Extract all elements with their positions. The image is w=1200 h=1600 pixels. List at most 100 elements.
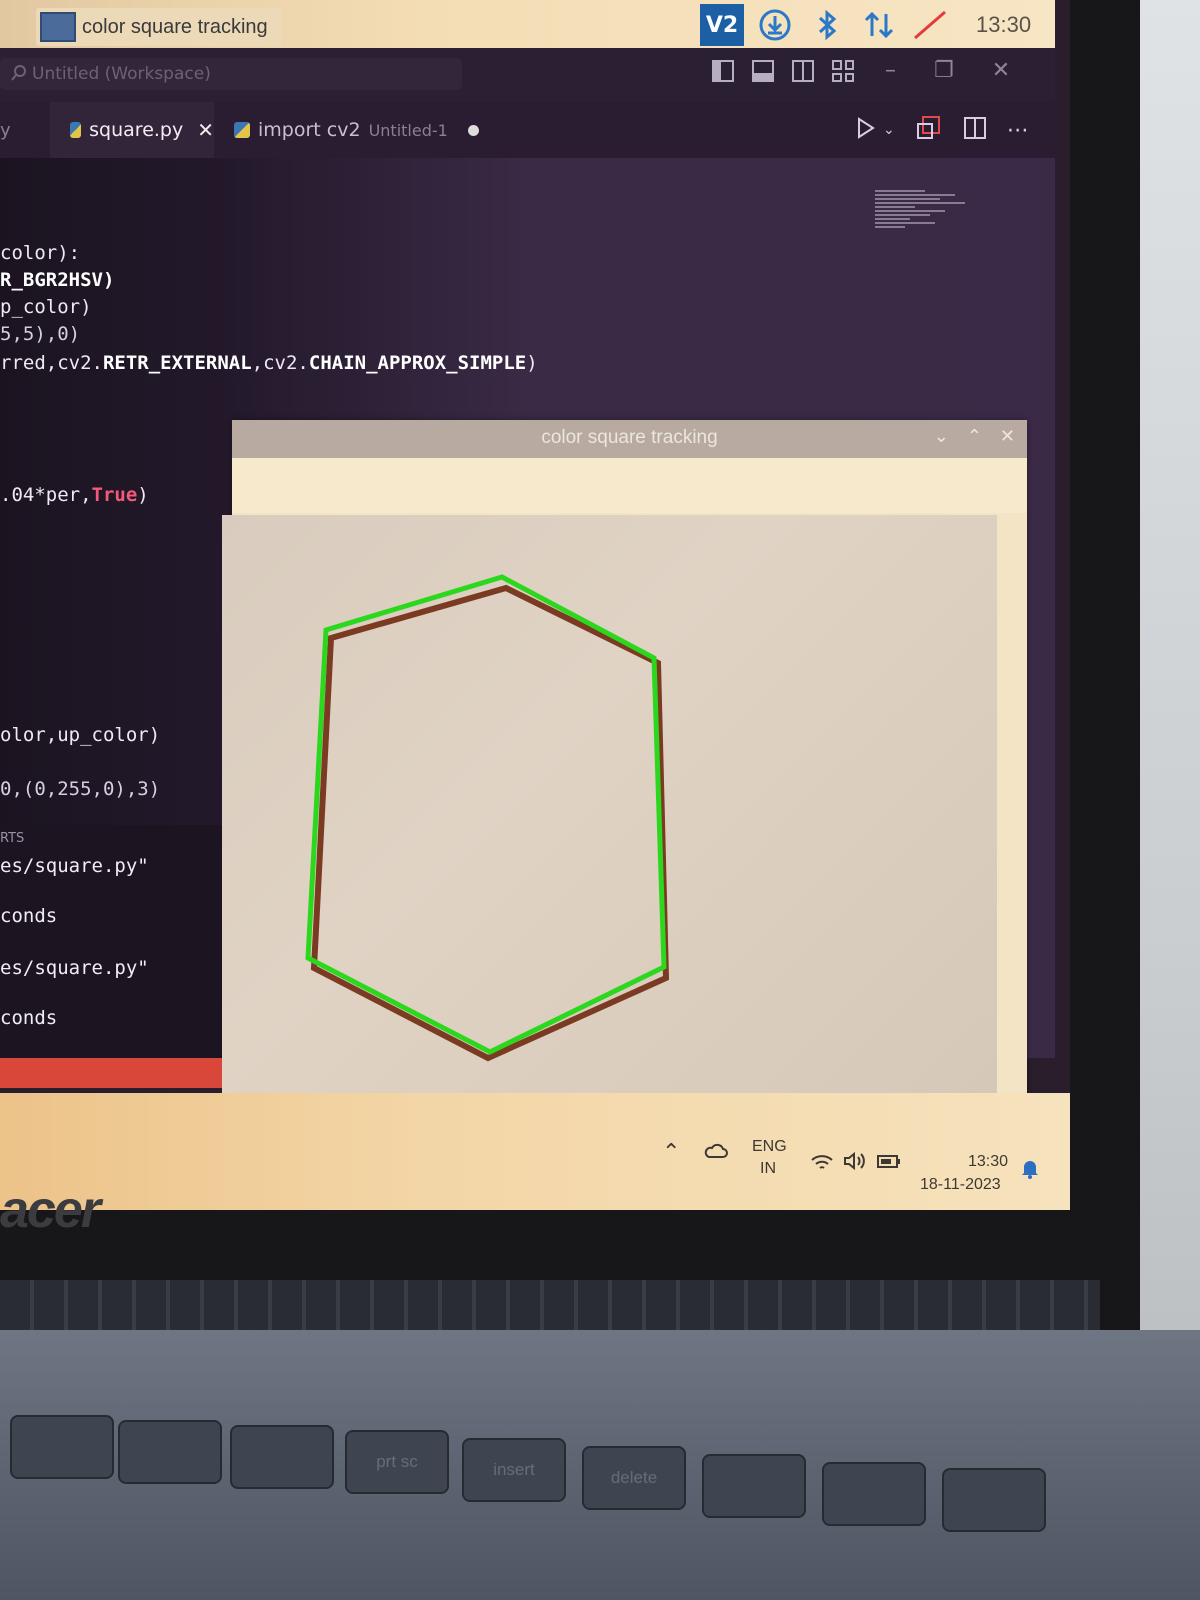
code-token: True [91, 484, 138, 506]
key-insert[interactable]: insert [462, 1438, 566, 1502]
minimap[interactable] [875, 188, 975, 258]
taskbar-time[interactable]: 13:30 [968, 1153, 1008, 1171]
tab-close-icon[interactable]: ✕ [197, 118, 214, 142]
opencv-title-bar[interactable]: color square tracking ⌄ ⌃ ✕ [232, 420, 1027, 458]
layout-controls [712, 60, 854, 82]
code-line[interactable]: 0,(0,255,0),3) [0, 778, 160, 800]
chevron-down-icon[interactable]: ⌄ [883, 122, 895, 138]
split-editor-icon[interactable] [963, 116, 987, 144]
restore-icon[interactable]: ❐ [934, 58, 954, 83]
system-tray: V2 13:30 [700, 4, 1031, 46]
bluetooth-icon[interactable] [806, 5, 848, 45]
onedrive-cloud-icon[interactable] [704, 1143, 728, 1164]
code-line[interactable]: .04*per,True) [0, 484, 149, 506]
key-asterisk[interactable] [822, 1462, 926, 1526]
laptop-brand-logo: acer [0, 1181, 101, 1239]
toggle-primary-sidebar-icon[interactable] [712, 60, 734, 82]
code-token: RETR_EXTERNAL [102, 352, 252, 374]
tab-label: import cv2 [258, 119, 361, 141]
tab-untitled-1[interactable]: import cv2 Untitled-1 [234, 102, 479, 158]
editor-tab-bar: y square.py ✕ import cv2 Untitled-1 ⌄ ⋯ [0, 102, 1055, 160]
unsaved-dot-icon[interactable] [467, 124, 479, 136]
opencv-window[interactable]: color square tracking ⌄ ⌃ ✕ [222, 420, 1027, 1125]
key-prt-sc[interactable]: prt sc [345, 1430, 449, 1494]
chevron-up-icon[interactable]: ⌃ [967, 426, 982, 447]
panel-tab-label[interactable]: RTS [0, 831, 24, 846]
tab-label: square.py [89, 119, 184, 141]
taskbar-app-button[interactable]: color square tracking [36, 8, 282, 46]
status-bar [0, 1058, 222, 1088]
code-token: ) [526, 352, 538, 374]
minimize-icon[interactable]: – [885, 58, 896, 83]
window-icon [40, 12, 76, 42]
key-slash[interactable] [702, 1454, 806, 1518]
opencv-window-controls: ⌄ ⌃ ✕ [934, 426, 1015, 447]
taskbar-date[interactable]: 18-11-2023 [920, 1176, 1001, 1194]
key-f1[interactable] [10, 1415, 114, 1479]
toggle-panel-icon[interactable] [752, 60, 774, 82]
laptop-screen: color square tracking V2 13:30 Untitled … [0, 0, 1070, 1210]
panel-clock[interactable]: 13:30 [976, 12, 1031, 38]
key-delete[interactable]: delete [582, 1446, 686, 1510]
command-center-search[interactable]: Untitled (Workspace) [0, 58, 462, 90]
terminal-line: conds [0, 1007, 58, 1029]
taskbar-app-title: color square tracking [82, 15, 268, 38]
vscode-title-bar: Untitled (Workspace) – ❐ ✕ [0, 48, 1055, 102]
code-line[interactable]: R_BGR2HSV) [0, 269, 114, 291]
keyboard-deck: prt sc insert delete [0, 1330, 1200, 1600]
terminal-line: es/square.py" [0, 957, 149, 979]
terminal-line: conds [0, 905, 58, 927]
network-transfer-icon[interactable] [858, 5, 900, 45]
python-file-icon [70, 122, 82, 138]
notification-bell-icon[interactable] [1020, 1158, 1040, 1185]
tab-partial-label[interactable]: y [0, 120, 11, 141]
code-line[interactable]: rred,cv2.RETR_EXTERNAL,cv2.CHAIN_APPROX_… [0, 352, 538, 374]
window-controls: – ❐ ✕ [885, 58, 1010, 83]
python-file-icon [234, 122, 250, 138]
chevron-down-icon[interactable]: ⌄ [934, 426, 949, 447]
tab-sublabel: Untitled-1 [368, 120, 448, 140]
show-hidden-icons-icon[interactable]: ⌃ [662, 1139, 680, 1165]
close-icon[interactable]: ✕ [1000, 426, 1015, 447]
toggle-secondary-sidebar-icon[interactable] [792, 60, 814, 82]
volume-muted-icon[interactable] [910, 5, 952, 45]
open-changes-icon[interactable] [915, 114, 943, 146]
more-actions-icon[interactable]: ⋯ [1007, 118, 1029, 143]
laptop-hinge-vents [0, 1280, 1100, 1330]
os-top-panel: color square tracking V2 13:30 [0, 0, 1055, 48]
search-placeholder: Untitled (Workspace) [32, 64, 211, 84]
input-region[interactable]: IN [760, 1160, 776, 1178]
code-line[interactable]: p_color) [0, 296, 92, 318]
windows-taskbar: ⌃ ENG IN 13:30 18-11-2023 [0, 1093, 1070, 1210]
code-token: ) [137, 484, 149, 506]
close-icon[interactable]: ✕ [992, 58, 1010, 83]
code-token: CHAIN_APPROX_SIMPLE [308, 352, 527, 374]
editor-actions: ⌄ ⋯ [855, 114, 1029, 146]
battery-icon[interactable] [876, 1151, 902, 1176]
code-token: .04*per, [0, 484, 92, 506]
customize-layout-icon[interactable] [832, 60, 854, 82]
wifi-icon[interactable] [810, 1153, 834, 1176]
key-power[interactable] [942, 1468, 1046, 1532]
opencv-toolbar [232, 458, 1027, 513]
run-python-file-icon[interactable] [855, 116, 877, 144]
terminal-line: es/square.py" [0, 855, 149, 877]
code-line[interactable]: olor,up_color) [0, 724, 160, 746]
code-line[interactable]: color): [0, 242, 80, 264]
code-line[interactable]: 5,5),0) [0, 323, 80, 345]
code-token: ,cv2. [251, 352, 309, 374]
input-language[interactable]: ENG [752, 1138, 787, 1156]
camera-frame [222, 515, 997, 1105]
key-f3[interactable] [230, 1425, 334, 1489]
tab-square-py[interactable]: square.py ✕ [50, 102, 214, 160]
opencv-window-title: color square tracking [541, 427, 718, 448]
key-f2[interactable] [118, 1420, 222, 1484]
speaker-icon[interactable] [842, 1151, 868, 1176]
contour-outline [305, 574, 667, 1055]
terminal-panel[interactable]: RTS es/square.py" conds es/square.py" co… [0, 825, 222, 1060]
vnc-icon[interactable]: V2 [700, 4, 744, 46]
download-icon[interactable] [754, 5, 796, 45]
code-token: rred,cv2. [0, 352, 103, 374]
search-icon [10, 64, 28, 86]
detected-shape [305, 574, 670, 1062]
